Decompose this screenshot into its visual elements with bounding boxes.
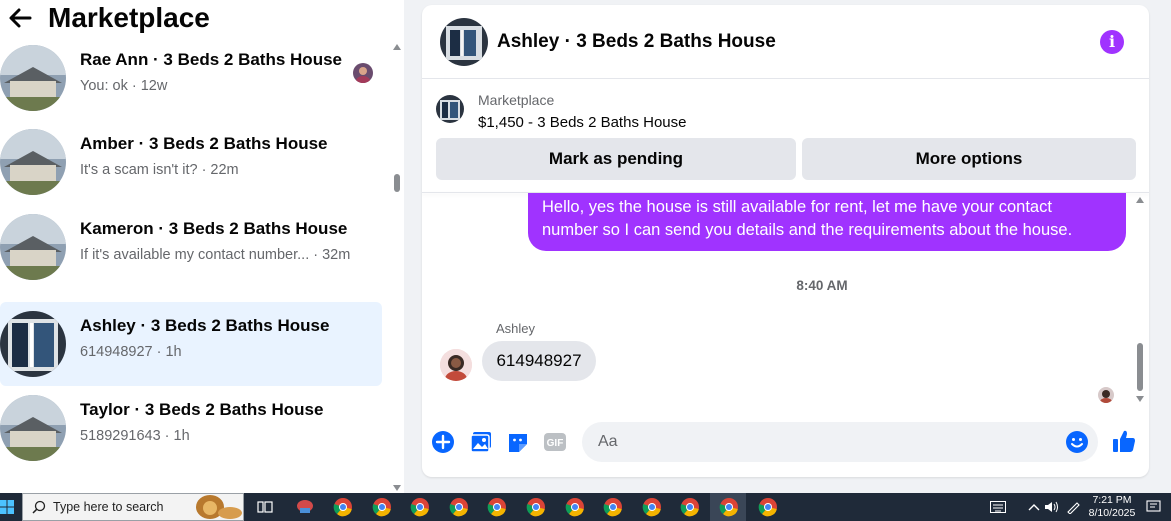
conversation-thumbnail — [0, 214, 66, 280]
sticker-icon[interactable] — [506, 430, 530, 454]
scroll-down-arrow[interactable] — [393, 485, 401, 491]
conversation-thumbnail — [0, 45, 66, 111]
conversation-name: Taylor · 3 Beds 2 Baths House — [80, 400, 324, 419]
lion-search-highlight-icon — [196, 495, 242, 519]
info-icon[interactable]: i — [1100, 30, 1124, 54]
scrollbar-thumb[interactable] — [394, 174, 400, 192]
conversation-thumbnail — [0, 395, 66, 461]
incoming-message[interactable]: 614948927 — [482, 341, 596, 381]
conversation-preview: It's a scam isn't it? · 22m — [80, 162, 239, 178]
chat-scroll-down-arrow[interactable] — [1136, 396, 1144, 402]
chrome-icon[interactable] — [448, 496, 470, 518]
scroll-up-arrow[interactable] — [393, 44, 401, 50]
listing-title[interactable]: $1,450 - 3 Beds 2 Baths House — [478, 114, 686, 131]
outgoing-message[interactable]: Hello, yes the house is still available … — [528, 193, 1126, 251]
volume-icon[interactable] — [1044, 500, 1060, 514]
keyboard-icon[interactable] — [990, 500, 1006, 514]
chrome-icon[interactable] — [757, 496, 779, 518]
conversation-item[interactable]: Kameron · 3 Beds 2 Baths House If it's av… — [0, 205, 382, 289]
chrome-icon[interactable] — [486, 496, 508, 518]
page-title: Marketplace — [48, 2, 210, 33]
read-receipt-avatar — [1098, 387, 1114, 403]
conversation-name: Amber · 3 Beds 2 Baths House — [80, 134, 328, 153]
marketplace-label: Marketplace — [478, 92, 555, 108]
photo-icon[interactable] — [469, 430, 493, 454]
notification-icon[interactable] — [1146, 500, 1162, 514]
conversation-preview: You: ok · 12w — [80, 78, 168, 94]
chrome-icon[interactable] — [371, 496, 393, 518]
conversation-thumbnail — [0, 129, 66, 195]
conversation-thumbnail — [0, 311, 66, 377]
back-arrow-icon[interactable] — [6, 4, 34, 32]
conversation-item[interactable]: Rae Ann · 3 Beds 2 Baths House You: ok · … — [0, 36, 382, 120]
message-line: number so I can send you details and the… — [542, 221, 1073, 239]
conversation-preview: 5189291643 · 1h — [80, 428, 190, 444]
chat-title[interactable]: Ashley · 3 Beds 2 Baths House — [497, 31, 776, 53]
thumbs-up-icon[interactable] — [1111, 428, 1137, 454]
chat-panel: Ashley · 3 Beds 2 Baths House i Marketpl… — [422, 5, 1149, 477]
conversation-preview: If it's available my contact number... ·… — [80, 247, 351, 263]
sender-name: Ashley — [496, 321, 536, 336]
chat-header: Ashley · 3 Beds 2 Baths House i — [422, 5, 1149, 79]
chrome-icon[interactable] — [564, 496, 586, 518]
conversation-item[interactable]: Ashley · 3 Beds 2 Baths House 614948927 ·… — [0, 302, 382, 386]
add-circle-icon[interactable] — [431, 430, 455, 454]
task-view-icon[interactable] — [254, 496, 276, 518]
conversation-item[interactable]: Amber · 3 Beds 2 Baths House It's a scam … — [0, 120, 382, 204]
chat-avatar[interactable] — [440, 18, 488, 66]
chrome-icon[interactable] — [409, 496, 431, 518]
taskbar-clock[interactable]: 7:21 PM 8/10/2025 — [1088, 494, 1136, 520]
message-timestamp: 8:40 AM — [796, 278, 848, 293]
search-icon — [32, 500, 46, 514]
sender-avatar[interactable] — [440, 349, 472, 381]
conversation-preview: 614948927 · 1h — [80, 344, 182, 360]
app-icon[interactable] — [294, 496, 316, 518]
conversation-item[interactable]: Taylor · 3 Beds 2 Baths House 5189291643 … — [0, 386, 382, 470]
message-input[interactable] — [582, 422, 1098, 462]
conversation-name: Rae Ann · 3 Beds 2 Baths House — [80, 50, 342, 69]
pen-icon[interactable] — [1066, 500, 1082, 514]
chrome-icon[interactable] — [332, 496, 354, 518]
conversation-name: Ashley · 3 Beds 2 Baths House — [80, 316, 330, 335]
chrome-icon[interactable] — [679, 496, 701, 518]
chrome-icon[interactable] — [641, 496, 663, 518]
listing-thumbnail[interactable] — [436, 95, 464, 123]
clock-time: 7:21 PM — [1092, 494, 1132, 506]
clock-date: 8/10/2025 — [1088, 507, 1136, 519]
chrome-icon[interactable] — [602, 496, 624, 518]
more-options-button[interactable]: More options — [802, 138, 1136, 180]
svg-text:GIF: GIF — [547, 438, 564, 449]
chrome-icon[interactable] — [718, 496, 740, 518]
mark-as-pending-button[interactable]: Mark as pending — [436, 138, 796, 180]
chat-scroll-up-arrow[interactable] — [1136, 197, 1144, 203]
seen-avatar — [353, 63, 373, 83]
message-line: Hello, yes the house is still available … — [542, 198, 1052, 216]
gif-icon[interactable]: GIF — [543, 430, 567, 454]
chevron-up-icon[interactable] — [1026, 500, 1042, 514]
windows-taskbar: Type here to search 7:21 PM 8/10/2025 — [0, 493, 1171, 521]
emoji-icon[interactable] — [1065, 430, 1089, 454]
chrome-icon[interactable] — [525, 496, 547, 518]
windows-start-icon[interactable] — [0, 500, 14, 514]
chat-scrollbar-thumb[interactable] — [1137, 343, 1143, 391]
taskbar-search-placeholder: Type here to search — [53, 500, 164, 514]
conversation-name: Kameron · 3 Beds 2 Baths House — [80, 219, 348, 238]
conversation-list-panel: Marketplace Rae Ann · 3 Beds 2 Baths Hou… — [0, 0, 404, 493]
